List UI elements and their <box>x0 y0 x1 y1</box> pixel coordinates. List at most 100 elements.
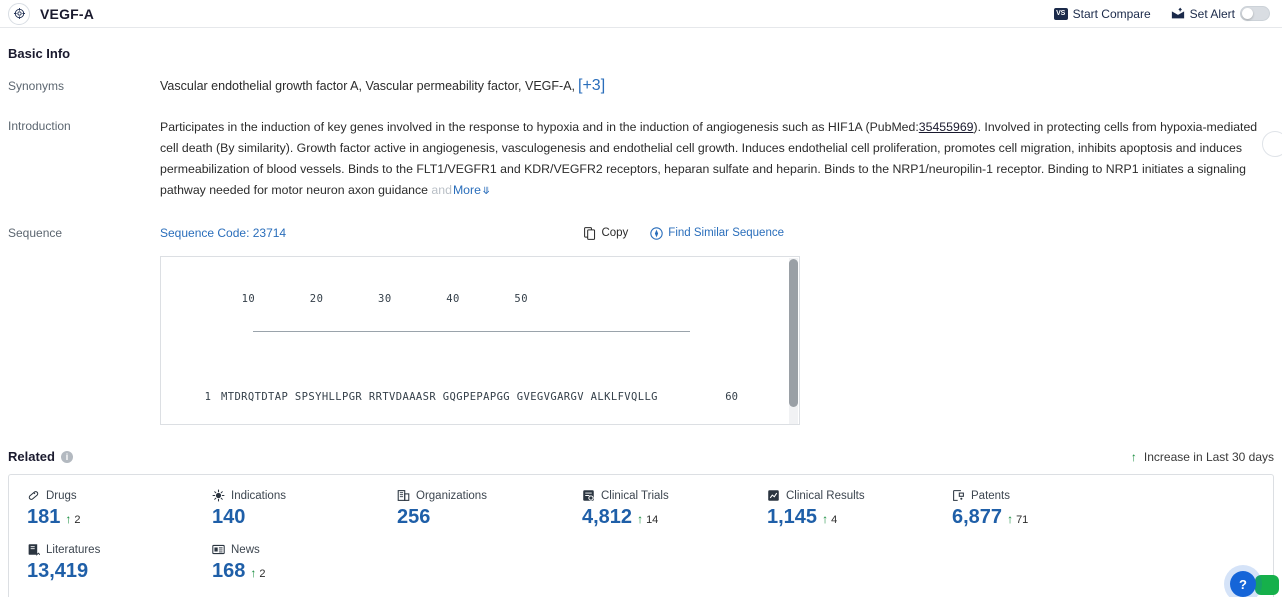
sequence-content: 10 20 30 40 50 1 MTDRQTDTAP SPSYHLLPGR R… <box>161 257 799 425</box>
metric-indications[interactable]: Indications 140 <box>212 489 397 529</box>
metric-value-row: 181 ↑ 2 <box>27 506 212 529</box>
pubmed-link[interactable]: 35455969 <box>919 120 974 134</box>
start-compare-button[interactable]: VS Start Compare <box>1054 7 1151 21</box>
metric-delta-value: 14 <box>646 514 658 526</box>
up-arrow-icon: ↑ <box>822 512 828 526</box>
related-legend-label: Increase in Last 30 days <box>1144 450 1274 464</box>
sequence-row-line: 1 MTDRQTDTAP SPSYHLLPGR RRTVDAAASR GQGPE… <box>161 388 799 406</box>
set-alert-control[interactable]: Set Alert <box>1171 6 1270 21</box>
metric-value-row: 1,145 ↑ 4 <box>767 506 952 529</box>
find-similar-label: Find Similar Sequence <box>668 227 784 239</box>
metric-delta: ↑ 4 <box>822 512 837 526</box>
metric-value-row: 168 ↑ 2 <box>212 560 397 583</box>
set-alert-toggle[interactable] <box>1240 6 1270 21</box>
introduction-text: Participates in the induction of key gen… <box>160 117 1274 202</box>
find-similar-sequence-button[interactable]: Find Similar Sequence <box>650 227 784 240</box>
metric-delta: ↑ 2 <box>250 566 265 580</box>
metric-literatures[interactable]: Literatures 13,419 <box>27 543 212 583</box>
up-arrow-icon: ↑ <box>1007 512 1013 526</box>
building-icon <box>397 489 410 502</box>
info-icon[interactable]: i <box>61 451 73 463</box>
set-alert-label: Set Alert <box>1190 7 1235 21</box>
top-bar: VEGF-A VS Start Compare Set Alert <box>0 0 1282 28</box>
sequence-scrollbar[interactable] <box>789 258 798 425</box>
sequence-scrollbar-thumb[interactable] <box>789 259 798 407</box>
metric-label-row: News <box>212 543 397 556</box>
metric-delta: ↑ 2 <box>65 512 80 526</box>
introduction-row: Introduction Participates in the inducti… <box>0 117 1282 202</box>
metric-clinical-results[interactable]: Clinical Results 1,145 ↑ 4 <box>767 489 952 529</box>
news-icon <box>212 543 225 556</box>
metric-delta-value: 4 <box>831 514 837 526</box>
sequence-header: Sequence Code: 23714 Copy <box>160 224 1274 242</box>
metric-delta-value: 2 <box>74 514 80 526</box>
metric-label-row: Clinical Results <box>767 489 952 502</box>
page-title: VEGF-A <box>40 6 94 22</box>
floating-help-widget[interactable]: ? <box>1224 563 1276 597</box>
metric-label: Clinical Results <box>786 490 865 502</box>
sequence-start-index: 1 <box>161 388 221 406</box>
related-metrics-grid: Drugs 181 ↑ 2 Indications 140 <box>9 489 1273 583</box>
up-arrow-icon: ↑ <box>65 512 71 526</box>
start-compare-label: Start Compare <box>1073 7 1151 21</box>
sequence-label: Sequence <box>8 224 160 425</box>
metric-value[interactable]: 1,145 <box>767 506 817 529</box>
metric-label: Organizations <box>416 490 487 502</box>
metric-label: Indications <box>231 490 286 502</box>
pill-icon <box>27 489 40 502</box>
metric-delta-value: 2 <box>259 568 265 580</box>
synonyms-more-badge[interactable]: [+3] <box>578 77 605 94</box>
synonyms-value: Vascular endothelial growth factor A, Va… <box>160 79 575 93</box>
chevron-down-icon: ⤋ <box>482 186 490 197</box>
virus-icon <box>212 489 225 502</box>
related-legend: ↑ Increase in Last 30 days <box>1131 450 1274 464</box>
up-arrow-icon: ↑ <box>637 512 643 526</box>
copy-icon <box>584 227 596 240</box>
metric-drugs[interactable]: Drugs 181 ↑ 2 <box>27 489 212 529</box>
related-title: Related <box>8 449 55 464</box>
related-metrics-card: Drugs 181 ↑ 2 Indications 140 <box>8 474 1274 597</box>
metric-value[interactable]: 13,419 <box>27 560 88 583</box>
sequence-viewer[interactable]: 10 20 30 40 50 1 MTDRQTDTAP SPSYHLLPGR R… <box>160 256 800 425</box>
synonyms-row: Synonyms Vascular endothelial growth fac… <box>0 77 1282 95</box>
metric-value-row: 140 <box>212 506 397 529</box>
metric-organizations[interactable]: Organizations 256 <box>397 489 582 529</box>
literature-icon <box>27 543 40 556</box>
metric-label-row: Clinical Trials <box>582 489 767 502</box>
vs-icon: VS <box>1054 8 1068 20</box>
metric-delta: ↑ 14 <box>637 512 658 526</box>
help-circle-icon[interactable]: ? <box>1230 571 1256 597</box>
metric-value[interactable]: 168 <box>212 560 245 583</box>
metric-clinical-trials[interactable]: Clinical Trials 4,812 ↑ 14 <box>582 489 767 529</box>
sequence-ruler-line <box>253 331 690 332</box>
copy-button[interactable]: Copy <box>584 227 628 240</box>
introduction-more-label: More <box>453 183 481 197</box>
metric-value[interactable]: 6,877 <box>952 506 1002 529</box>
metric-value[interactable]: 140 <box>212 506 245 529</box>
metric-label-row: Organizations <box>397 489 582 502</box>
copy-label: Copy <box>601 227 628 239</box>
metric-news[interactable]: News 168 ↑ 2 <box>212 543 397 583</box>
introduction-part1: Participates in the induction of key gen… <box>160 120 919 134</box>
metric-patents[interactable]: Patents 6,877 ↑ 71 <box>952 489 1137 529</box>
metric-label: News <box>231 544 260 556</box>
metric-delta-value: 71 <box>1016 514 1028 526</box>
sequence-code-link[interactable]: Sequence Code: 23714 <box>160 226 286 240</box>
sequence-residues: MTDRQTDTAP SPSYHLLPGR RRTVDAAASR GQGPEPA… <box>221 388 658 406</box>
sequence-tools: Copy Find Similar Sequence <box>584 227 1274 240</box>
chat-widget-icon[interactable] <box>1255 575 1279 595</box>
basic-info-title: Basic Info <box>0 28 1282 61</box>
patent-icon <box>952 489 965 502</box>
top-actions: VS Start Compare Set Alert <box>1054 6 1274 21</box>
metric-value[interactable]: 4,812 <box>582 506 632 529</box>
metric-label-row: Literatures <box>27 543 212 556</box>
introduction-more-button[interactable]: More⤋ <box>453 183 490 197</box>
metric-delta: ↑ 71 <box>1007 512 1028 526</box>
results-icon <box>767 489 780 502</box>
brand-area: VEGF-A <box>8 3 94 25</box>
sequence-rows: 1 MTDRQTDTAP SPSYHLLPGR RRTVDAAASR GQGPE… <box>161 364 799 425</box>
metric-value-row: 13,419 <box>27 560 212 583</box>
metric-value[interactable]: 181 <box>27 506 60 529</box>
metric-value[interactable]: 256 <box>397 506 430 529</box>
related-header: Related i ↑ Increase in Last 30 days <box>0 449 1282 464</box>
